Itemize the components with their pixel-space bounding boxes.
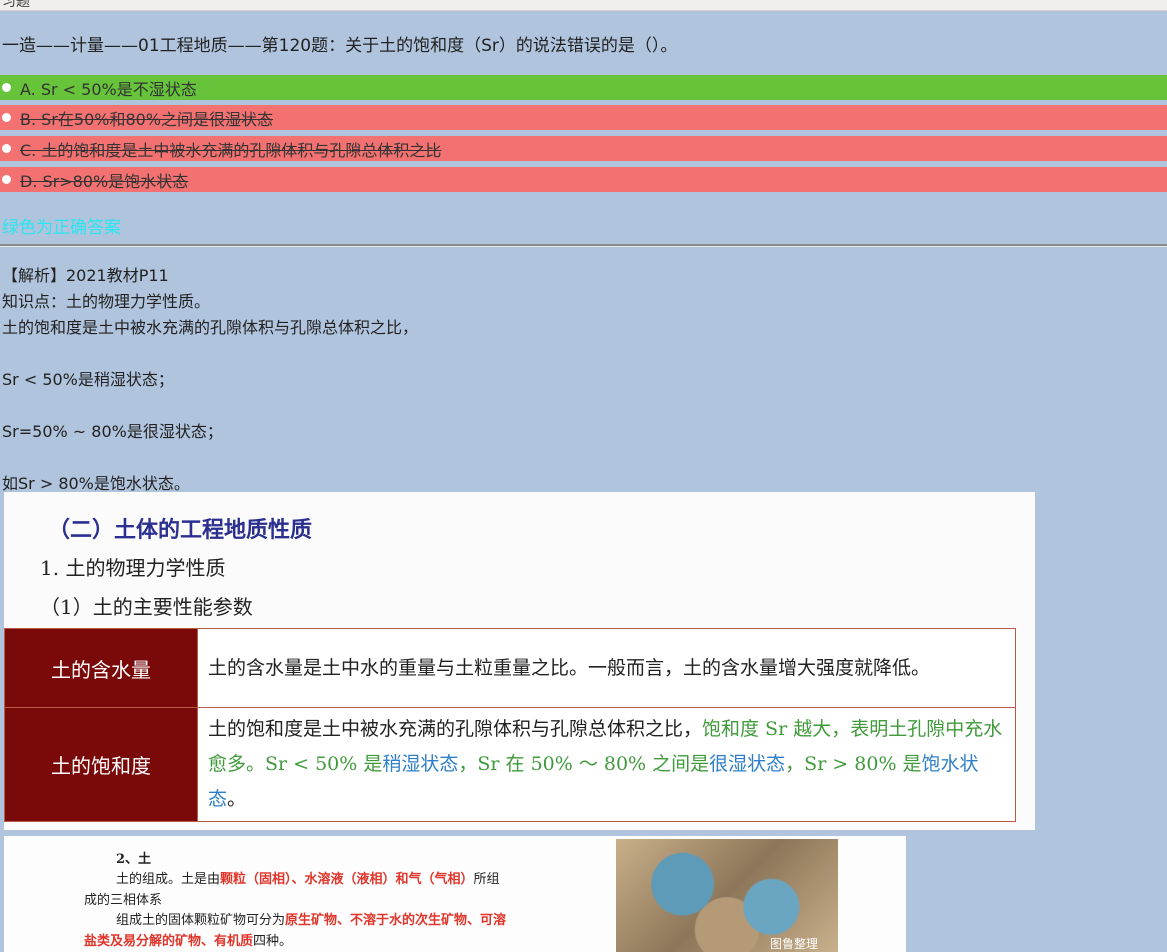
parameter-table: 土的含水量 土的含水量是土中水的重量与土粒重量之比。一般而言，土的含水量增大强度…	[4, 628, 1016, 822]
textbook-image-1: （二）土体的工程地质性质 1. 土的物理力学性质 （1）土的主要性能参数 土的含…	[4, 492, 1035, 830]
book2-highlight: 颗粒（固相）、水溶液（液相）和气（气相）	[220, 872, 474, 887]
radio-icon[interactable]	[2, 113, 11, 122]
radio-icon[interactable]	[2, 144, 11, 153]
section-title: （二）土体的工程地质性质	[48, 518, 313, 543]
soil-photo: 图鲁整理	[616, 839, 838, 952]
analysis-line: 【解析】2021教材P11	[2, 266, 169, 285]
table-row: 土的含水量 土的含水量是土中水的重量与土粒重量之比。一般而言，土的含水量增大强度…	[4, 628, 1016, 708]
book2-text: 四种。	[253, 934, 293, 949]
analysis-line: Sr < 50%是稍湿状态；	[2, 370, 174, 389]
breadcrumb: 习题	[2, 0, 30, 10]
book2-line: 土的组成。土是由颗粒（固相）、水溶液（液相）和气（气相）所组	[116, 868, 500, 887]
option-a[interactable]: A. Sr < 50%是不湿状态	[0, 75, 1167, 100]
book2-line: 成的三相体系	[84, 893, 163, 908]
table-desc: 土的饱和度是土中被水充满的孔隙体积与孔隙总体积之比，饱和度 Sr 越大，表明土孔…	[197, 707, 1016, 822]
book2-text: 土的组成。土是由	[116, 872, 221, 887]
subsection-title: 1. 土的物理力学性质	[40, 556, 226, 580]
option-b[interactable]: B. Sr在50%和80%之间是很湿状态	[0, 105, 1167, 130]
analysis-line: 土的饱和度是土中被水充满的孔隙体积与孔隙总体积之比，	[2, 318, 419, 337]
table-desc: 土的含水量是土中水的重量与土粒重量之比。一般而言，土的含水量增大强度就降低。	[197, 628, 1016, 708]
subsubsection-title: （1）土的主要性能参数	[40, 595, 253, 619]
desc-highlight-blue: 很湿状态	[709, 753, 786, 775]
desc-text: 土的饱和度是土中被水充满的孔隙体积与孔隙总体积之比，	[208, 718, 703, 740]
textbook-image-2: 2、土 土的组成。土是由颗粒（固相）、水溶液（液相）和气（气相）所组 成的三相体…	[4, 836, 906, 952]
top-bar: 习题	[0, 0, 1167, 11]
watermark-text: 图鲁整理	[769, 937, 818, 951]
analysis-line: Sr=50% ~ 80%是很湿状态；	[2, 422, 223, 441]
desc-highlight-blue: 稍湿状态	[382, 753, 459, 775]
desc-text: 。	[227, 788, 247, 810]
analysis-line: 知识点：土的物理力学性质。	[2, 292, 211, 311]
book2-highlight: 原生矿物、不溶于水的次生矿物、可溶	[285, 913, 507, 928]
question-text: 一造——计量——01工程地质——第120题：关于土的饱和度（Sr）的说法错误的是…	[2, 36, 678, 56]
book2-heading: 2、土	[116, 852, 152, 867]
book2-text: 组成土的固体颗粒矿物可分为	[116, 913, 286, 928]
desc-highlight-green: ，Sr 在 50% ～ 80% 之间是	[458, 753, 710, 775]
option-d[interactable]: D. Sr>80%是饱水状态	[0, 167, 1167, 192]
option-c[interactable]: C. 土的饱和度是土中被水充满的孔隙体积与孔隙总体积之比	[0, 136, 1167, 161]
option-label: C. 土的饱和度是土中被水充满的孔隙体积与孔隙总体积之比	[20, 140, 442, 160]
table-row: 土的饱和度 土的饱和度是土中被水充满的孔隙体积与孔隙总体积之比，饱和度 Sr 越…	[4, 707, 1016, 822]
desc-highlight-green: ，Sr > 80% 是	[785, 753, 922, 775]
book2-line: 组成土的固体颗粒矿物可分为原生矿物、不溶于水的次生矿物、可溶	[116, 909, 506, 928]
option-label: D. Sr>80%是饱水状态	[20, 171, 189, 191]
book2-text: 所组	[473, 872, 500, 887]
divider	[0, 244, 1167, 247]
option-label: B. Sr在50%和80%之间是很湿状态	[20, 109, 274, 129]
analysis-line: 如Sr > 80%是饱水状态。	[2, 474, 190, 493]
page: 习题 一造——计量——01工程地质——第120题：关于土的饱和度（Sr）的说法错…	[0, 0, 1167, 952]
book2-line: 盐类及易分解的矿物、有机质四种。	[84, 930, 292, 949]
table-term: 土的含水量	[4, 628, 198, 708]
answer-note: 绿色为正确答案	[2, 218, 121, 238]
table-term: 土的饱和度	[4, 707, 198, 822]
book2-highlight: 盐类及易分解的矿物、有机质	[84, 934, 254, 949]
radio-icon[interactable]	[2, 175, 11, 184]
option-label: A. Sr < 50%是不湿状态	[20, 79, 197, 99]
radio-icon[interactable]	[2, 83, 11, 92]
